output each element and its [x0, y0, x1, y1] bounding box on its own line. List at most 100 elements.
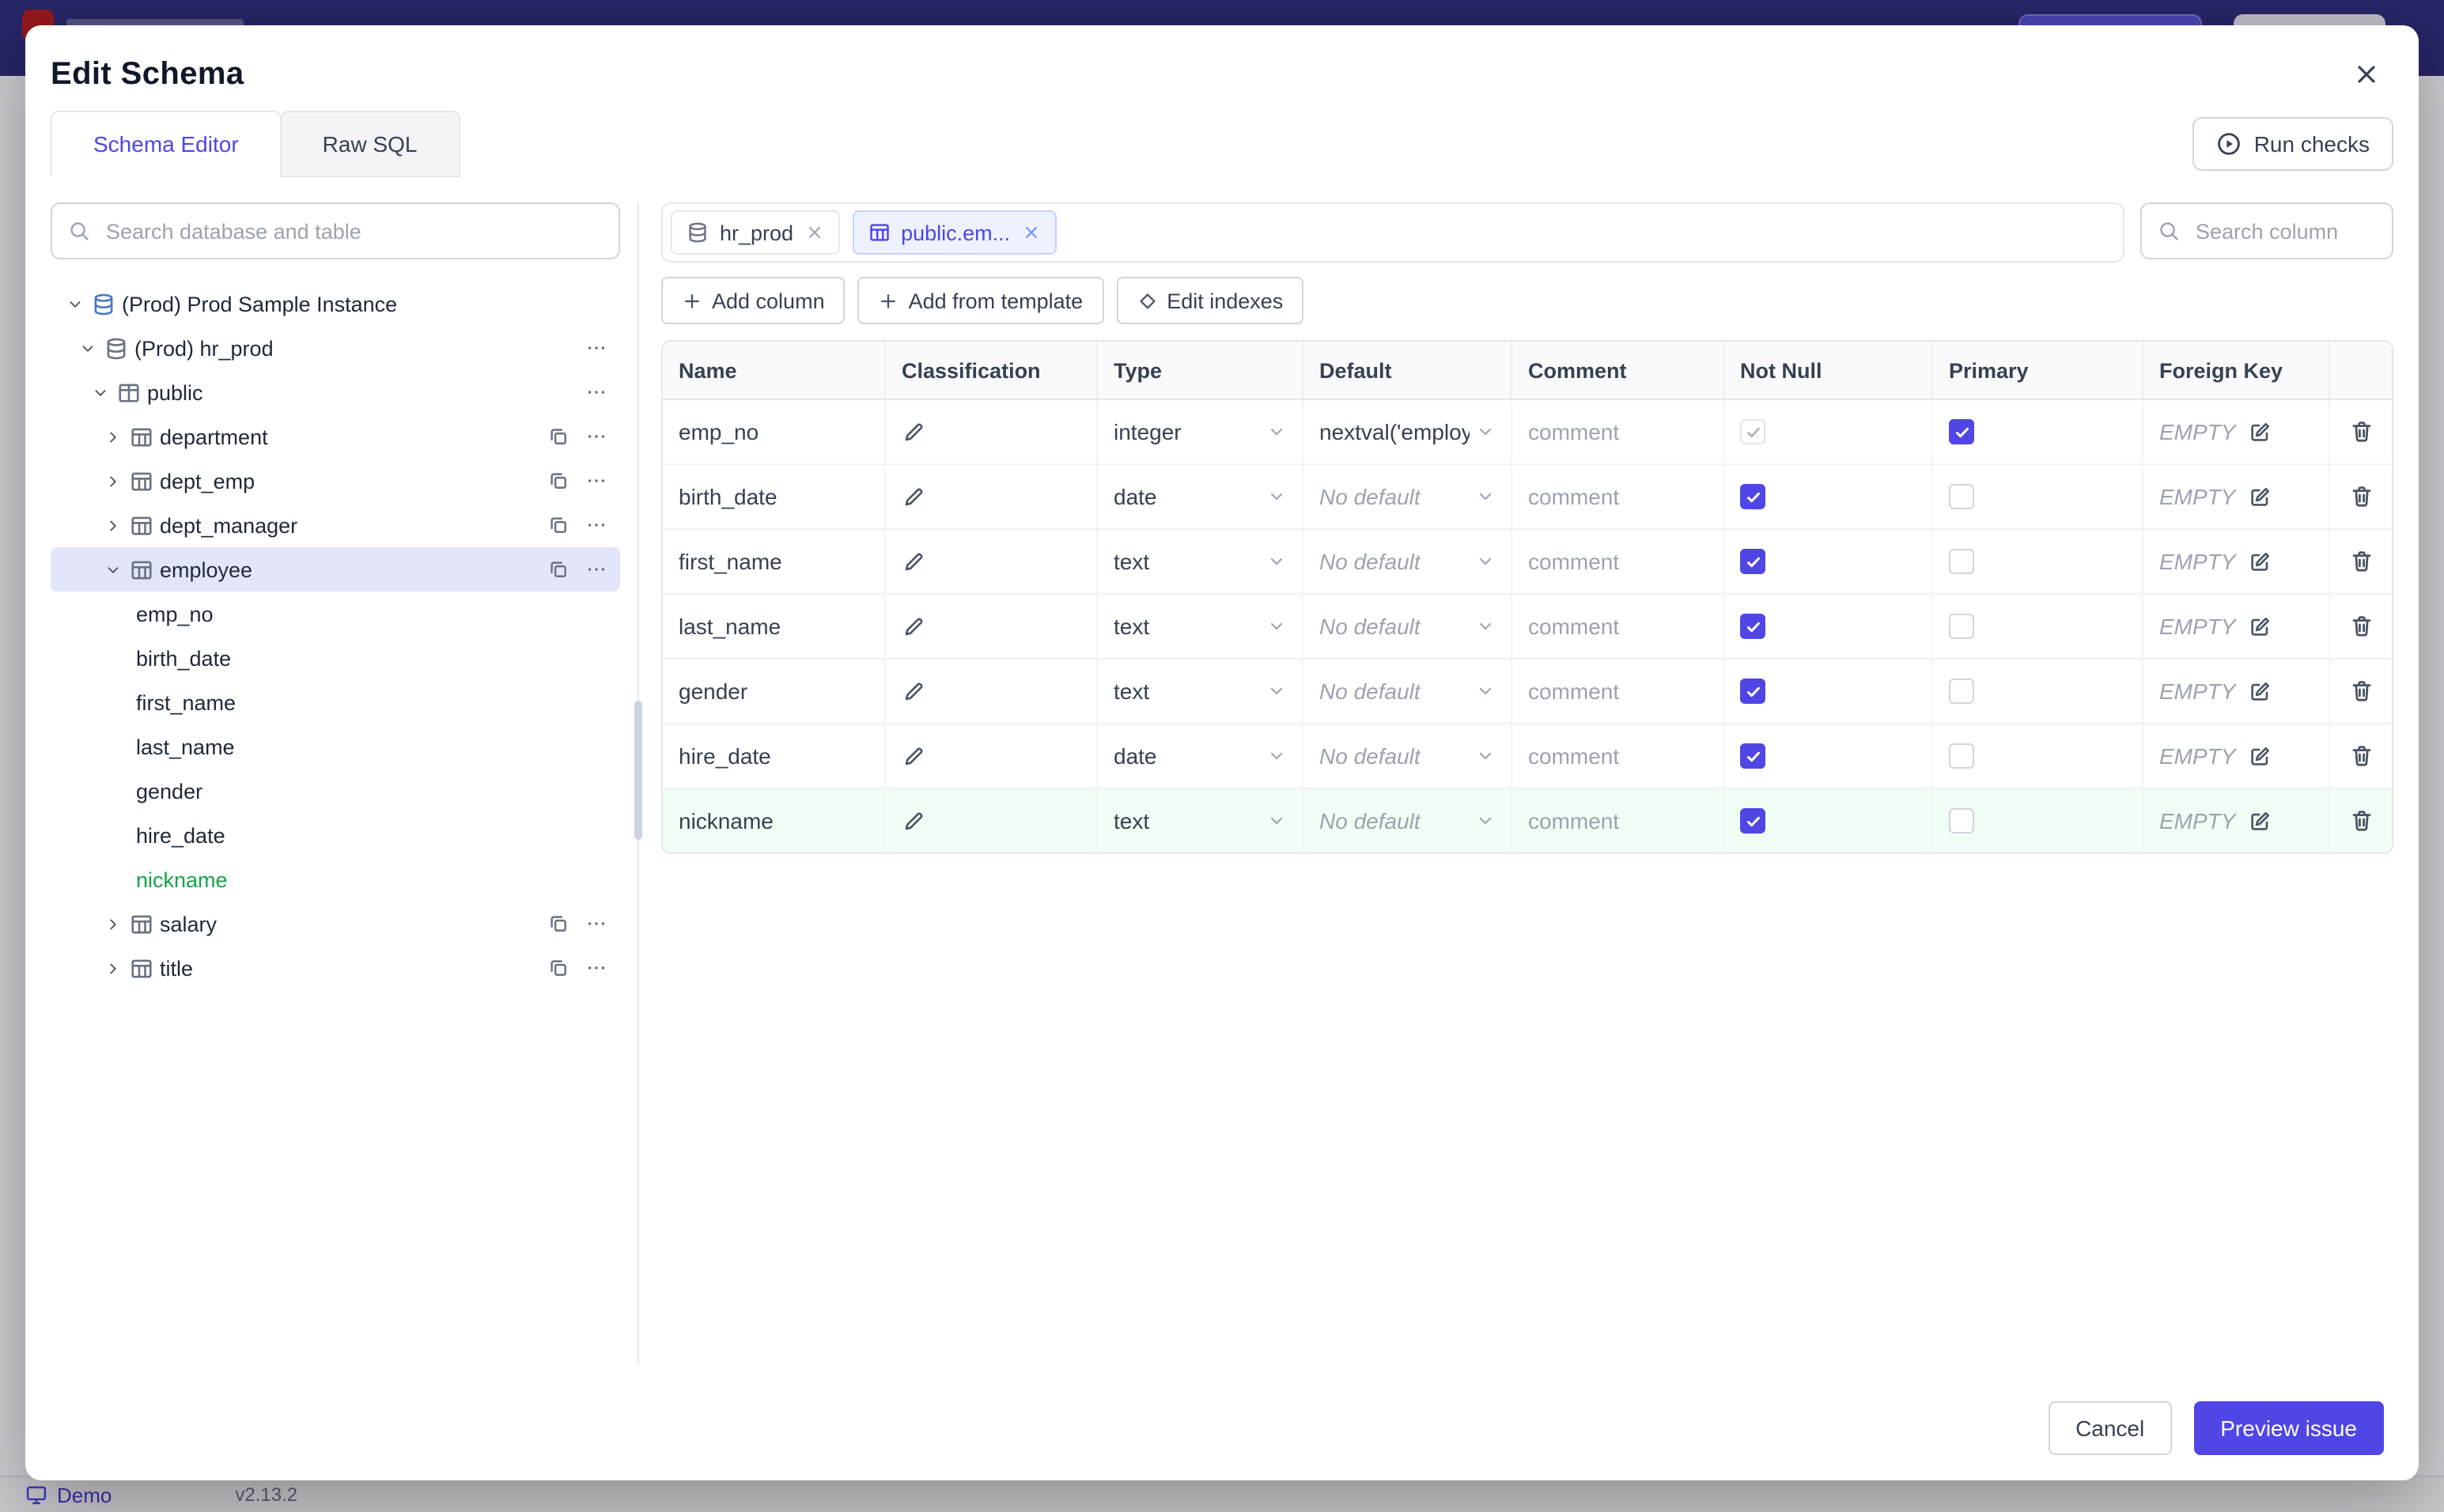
- foreign-key-edit-icon[interactable]: [2248, 420, 2272, 444]
- tree-column-first-name[interactable]: first_name: [51, 680, 620, 724]
- add-from-template-button[interactable]: Add from template: [857, 277, 1104, 324]
- foreign-key-edit-icon[interactable]: [2248, 679, 2272, 703]
- chevron-down-icon[interactable]: [101, 561, 125, 578]
- primary-key-checkbox[interactable]: [1949, 484, 1974, 509]
- tree-column-hire-date[interactable]: hire_date: [51, 813, 620, 857]
- copy-icon[interactable]: [547, 514, 569, 536]
- comment-input[interactable]: comment: [1511, 595, 1723, 658]
- delete-column-icon[interactable]: [2348, 679, 2374, 704]
- copy-icon[interactable]: [547, 957, 569, 979]
- tree-node-public[interactable]: public: [51, 370, 620, 414]
- type-select[interactable]: text: [1096, 595, 1302, 658]
- more-options-icon[interactable]: [585, 381, 607, 403]
- classification-edit-icon[interactable]: [902, 614, 925, 638]
- tab-raw-sql[interactable]: Raw SQL: [279, 111, 460, 177]
- tree-node-title[interactable]: title: [51, 946, 620, 990]
- not-null-checkbox[interactable]: [1740, 743, 1765, 769]
- more-options-icon[interactable]: [585, 470, 607, 492]
- tree-column-last-name[interactable]: last_name: [51, 724, 620, 769]
- delete-column-icon[interactable]: [2348, 484, 2374, 509]
- foreign-key-edit-icon[interactable]: [2248, 485, 2272, 508]
- default-select[interactable]: No default: [1302, 660, 1511, 723]
- tree-node-dept-emp[interactable]: dept_emp: [51, 459, 620, 503]
- primary-key-checkbox[interactable]: [1949, 808, 1974, 833]
- chevron-right-icon[interactable]: [101, 428, 125, 445]
- run-checks-button[interactable]: Run checks: [2192, 117, 2393, 171]
- tree-node-department[interactable]: department: [51, 414, 620, 459]
- comment-input[interactable]: comment: [1511, 724, 1723, 788]
- comment-input[interactable]: comment: [1511, 660, 1723, 723]
- editor-tab-public-em[interactable]: public.em...: [852, 210, 1057, 255]
- default-select[interactable]: nextval('employ: [1302, 400, 1511, 463]
- foreign-key-edit-icon[interactable]: [2248, 550, 2272, 573]
- not-null-checkbox[interactable]: [1740, 679, 1765, 704]
- primary-key-checkbox[interactable]: [1949, 549, 1974, 574]
- column-name-field[interactable]: hire_date: [679, 743, 771, 769]
- classification-edit-icon[interactable]: [902, 809, 925, 833]
- classification-edit-icon[interactable]: [902, 420, 925, 444]
- tree-column-emp-no[interactable]: emp_no: [51, 592, 620, 636]
- comment-input[interactable]: comment: [1511, 530, 1723, 593]
- type-select[interactable]: date: [1096, 465, 1302, 528]
- comment-input[interactable]: comment: [1511, 789, 1723, 852]
- primary-key-checkbox[interactable]: [1949, 614, 1974, 639]
- cancel-button[interactable]: Cancel: [2049, 1401, 2172, 1455]
- chevron-down-icon[interactable]: [63, 295, 87, 312]
- tree-column-birth-date[interactable]: birth_date: [51, 636, 620, 680]
- delete-column-icon[interactable]: [2348, 743, 2374, 769]
- more-options-icon[interactable]: [585, 913, 607, 935]
- tree-node-prod-prod-sample-instance[interactable]: (Prod) Prod Sample Instance: [51, 282, 620, 326]
- editor-tab-hr-prod[interactable]: hr_prod: [671, 210, 840, 255]
- comment-input[interactable]: comment: [1511, 465, 1723, 528]
- column-name-field[interactable]: nickname: [679, 808, 774, 833]
- classification-edit-icon[interactable]: [902, 485, 925, 508]
- copy-icon[interactable]: [547, 913, 569, 935]
- close-button[interactable]: [2346, 54, 2387, 95]
- default-select[interactable]: No default: [1302, 724, 1511, 788]
- more-options-icon[interactable]: [585, 957, 607, 979]
- copy-icon[interactable]: [547, 470, 569, 492]
- not-null-checkbox[interactable]: [1740, 808, 1765, 833]
- database-table-search-input[interactable]: [103, 217, 603, 244]
- default-select[interactable]: No default: [1302, 465, 1511, 528]
- type-select[interactable]: text: [1096, 660, 1302, 723]
- edit-indexes-button[interactable]: Edit indexes: [1116, 277, 1304, 324]
- more-options-icon[interactable]: [585, 558, 607, 580]
- type-select[interactable]: text: [1096, 530, 1302, 593]
- primary-key-checkbox[interactable]: [1949, 419, 1974, 444]
- default-select[interactable]: No default: [1302, 530, 1511, 593]
- preview-issue-button[interactable]: Preview issue: [2193, 1401, 2384, 1455]
- column-name-field[interactable]: last_name: [679, 614, 781, 639]
- classification-edit-icon[interactable]: [902, 550, 925, 573]
- tree-scrollbar-thumb[interactable]: [634, 701, 642, 840]
- more-options-icon[interactable]: [585, 425, 607, 448]
- chevron-down-icon[interactable]: [89, 384, 112, 401]
- type-select[interactable]: date: [1096, 724, 1302, 788]
- column-name-field[interactable]: first_name: [679, 549, 782, 574]
- chevron-down-icon[interactable]: [76, 339, 100, 357]
- more-options-icon[interactable]: [585, 337, 607, 359]
- tree-node-employee[interactable]: employee: [51, 547, 620, 592]
- chevron-right-icon[interactable]: [101, 472, 125, 490]
- not-null-checkbox[interactable]: [1740, 549, 1765, 574]
- default-select[interactable]: No default: [1302, 595, 1511, 658]
- copy-icon[interactable]: [547, 425, 569, 448]
- foreign-key-edit-icon[interactable]: [2248, 809, 2272, 833]
- not-null-checkbox[interactable]: [1740, 484, 1765, 509]
- comment-input[interactable]: comment: [1511, 400, 1723, 463]
- tree-column-gender[interactable]: gender: [51, 769, 620, 813]
- tree-node-dept-manager[interactable]: dept_manager: [51, 503, 620, 547]
- delete-column-icon[interactable]: [2348, 419, 2374, 444]
- not-null-checkbox[interactable]: [1740, 614, 1765, 639]
- copy-icon[interactable]: [547, 558, 569, 580]
- add-column-button[interactable]: Add column: [661, 277, 846, 324]
- delete-column-icon[interactable]: [2348, 808, 2374, 833]
- tab-schema-editor[interactable]: Schema Editor: [51, 111, 282, 177]
- column-search-input[interactable]: [2192, 217, 2376, 244]
- tree-node-salary[interactable]: salary: [51, 902, 620, 946]
- column-name-field[interactable]: birth_date: [679, 484, 777, 509]
- chevron-right-icon[interactable]: [101, 959, 125, 977]
- primary-key-checkbox[interactable]: [1949, 679, 1974, 704]
- tree-column-nickname[interactable]: nickname: [51, 857, 620, 902]
- close-tab-icon[interactable]: [1021, 223, 1040, 242]
